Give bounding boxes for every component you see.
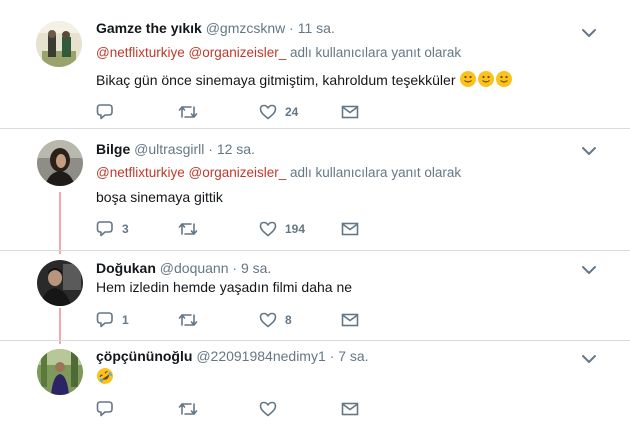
direct-message-button[interactable]: [341, 310, 359, 330]
separator-dot: ·: [329, 348, 335, 364]
reply-icon: [96, 104, 113, 120]
retweet-button[interactable]: [178, 399, 206, 419]
chevron-down-icon[interactable]: [581, 262, 597, 278]
reply-icon: [96, 312, 113, 328]
like-count: 24: [285, 105, 299, 119]
tweet-dogukan[interactable]: Doğukan @doquann · 9 sa. Hem izledin hem…: [0, 251, 630, 340]
mention-link[interactable]: @netflixturkiye: [96, 45, 185, 60]
display-name[interactable]: Bilge: [96, 141, 130, 157]
reply-count: 3: [122, 222, 129, 236]
display-name[interactable]: Doğukan: [96, 260, 156, 276]
rolling-on-floor-laughing-icon: [96, 367, 114, 388]
envelope-icon: [341, 222, 359, 236]
chevron-down-icon[interactable]: [581, 351, 597, 367]
tweet-gamze[interactable]: Gamze the yıkık @gmzcsknw · 11 sa. @netf…: [0, 0, 630, 128]
reply-button[interactable]: 1: [96, 310, 129, 330]
separator-dot: ·: [232, 260, 238, 276]
tweet-copcununoglu[interactable]: çöpçününoğlu @22091984nedimy1 · 7 sa.: [0, 341, 630, 435]
tweet-text: [96, 367, 114, 388]
username[interactable]: @gmzcsknw: [206, 20, 286, 36]
separator-dot: ·: [208, 141, 213, 157]
tweet-text: Hem izledin hemde yaşadın filmi daha ne: [96, 279, 353, 295]
avatar[interactable]: [36, 21, 82, 67]
heart-icon: [259, 104, 277, 120]
timestamp[interactable]: 12 sa.: [217, 141, 255, 157]
reply-icon: [96, 221, 113, 237]
username[interactable]: @ultrasgirll: [134, 141, 204, 157]
envelope-icon: [341, 402, 359, 416]
avatar[interactable]: [37, 140, 83, 186]
username[interactable]: @doquann: [160, 260, 229, 276]
retweet-icon: [178, 106, 198, 118]
heart-icon: [259, 401, 277, 417]
retweet-icon: [178, 223, 198, 235]
timestamp[interactable]: 7 sa.: [338, 348, 368, 364]
reply-count: 1: [122, 313, 129, 327]
mention-link[interactable]: @organizeisler_: [189, 165, 287, 180]
display-name[interactable]: çöpçününoğlu: [96, 348, 192, 364]
slightly-smiling-face-icon: [459, 70, 513, 91]
avatar[interactable]: [37, 349, 83, 395]
retweet-button[interactable]: [178, 102, 206, 122]
envelope-icon: [341, 105, 359, 119]
like-button[interactable]: [259, 399, 285, 419]
reply-button[interactable]: [96, 102, 122, 122]
like-count: 8: [285, 313, 292, 327]
direct-message-button[interactable]: [341, 399, 359, 419]
display-name[interactable]: Gamze the yıkık: [96, 20, 202, 36]
tweet-text: Bikaç gün önce sinemaya gitmiştim, kahro…: [96, 70, 513, 91]
reply-context-label: adlı kullanıcılara yanıt olarak: [290, 165, 462, 180]
timestamp[interactable]: 9 sa.: [241, 260, 271, 276]
username[interactable]: @22091984nedimy1: [196, 348, 325, 364]
like-button[interactable]: 24: [259, 102, 298, 122]
reply-context-label: adlı kullanıcılara yanıt olarak: [290, 45, 462, 60]
reply-button[interactable]: 3: [96, 219, 129, 239]
chevron-down-icon[interactable]: [581, 143, 597, 159]
mention-link[interactable]: @netflixturkiye: [96, 165, 185, 180]
heart-icon: [259, 221, 277, 237]
reply-context: @netflixturkiye @organizeisler_ adlı kul…: [96, 165, 461, 180]
mention-link[interactable]: @organizeisler_: [189, 45, 287, 60]
tweet-text: boşa sinemaya gittik: [96, 189, 223, 205]
separator-dot: ·: [289, 20, 294, 36]
reply-icon: [96, 401, 113, 417]
envelope-icon: [341, 313, 359, 327]
timestamp[interactable]: 11 sa.: [298, 20, 335, 36]
retweet-icon: [178, 314, 198, 326]
retweet-button[interactable]: [178, 310, 206, 330]
reply-context: @netflixturkiye @organizeisler_ adlı kul…: [96, 45, 461, 60]
retweet-icon: [178, 403, 198, 415]
chevron-down-icon[interactable]: [581, 25, 597, 41]
avatar[interactable]: [37, 260, 83, 306]
direct-message-button[interactable]: [341, 219, 359, 239]
like-button[interactable]: 194: [259, 219, 305, 239]
like-button[interactable]: 8: [259, 310, 292, 330]
reply-button[interactable]: [96, 399, 122, 419]
direct-message-button[interactable]: [341, 102, 359, 122]
retweet-button[interactable]: [178, 219, 206, 239]
tweet-bilge[interactable]: Bilge @ultrasgirll · 12 sa. @netflixturk…: [0, 129, 630, 250]
like-count: 194: [285, 222, 306, 236]
heart-icon: [259, 312, 277, 328]
